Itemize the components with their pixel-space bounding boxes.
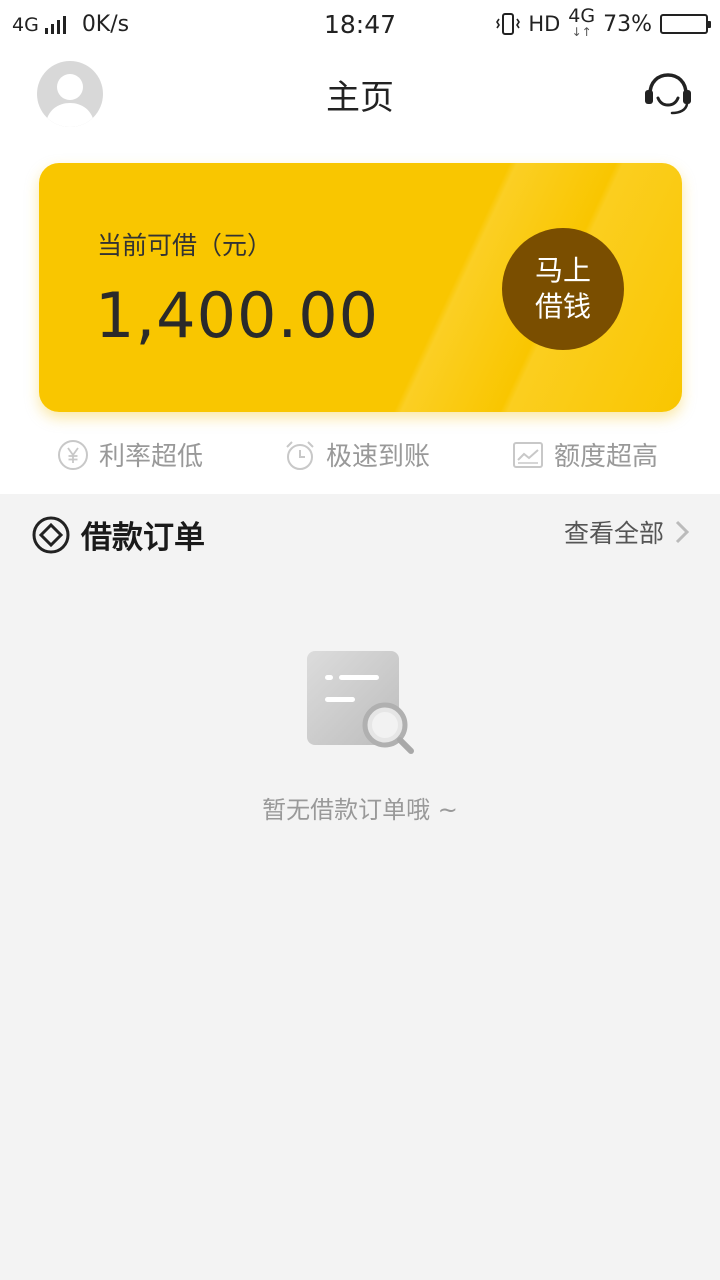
borrow-now-button[interactable]: 马上 借钱 xyxy=(502,228,624,350)
status-right: HD 4G ↓↑ 73% xyxy=(496,5,711,40)
feature-label: 利率超低 xyxy=(99,442,204,472)
empty-orders-illustration xyxy=(307,651,414,754)
vibrate-icon xyxy=(496,13,521,35)
available-label: 当前可借（元） xyxy=(97,231,273,260)
feature-row: 利率超低 极速到账 额度超高 xyxy=(0,436,720,476)
loan-card: 当前可借（元） 1,400.00 马上 借钱 xyxy=(39,163,682,412)
alarm-clock-icon xyxy=(286,440,314,470)
data-indicator: 4G ↓↑ xyxy=(568,5,596,40)
yen-icon xyxy=(58,439,88,470)
battery-percent: 73% xyxy=(603,11,652,37)
feature-label: 极速到账 xyxy=(326,442,431,472)
borrow-button-line1: 马上 xyxy=(534,254,591,287)
chart-icon xyxy=(513,441,543,468)
available-amount: 1,400.00 xyxy=(95,279,380,352)
network-type-right: 4G xyxy=(568,5,596,27)
hd-indicator: HD xyxy=(528,12,561,36)
status-bar: 4G 0K/s 18:47 HD 4G ↓↑ 73% xyxy=(0,0,720,50)
feature-low-rate: 利率超低 xyxy=(57,436,203,473)
customer-service-icon[interactable] xyxy=(640,70,696,118)
orders-header: 借款订单 查看全部 xyxy=(0,494,720,574)
chevron-right-icon xyxy=(675,520,690,544)
feature-label: 额度超高 xyxy=(554,442,659,472)
orders-title: 借款订单 xyxy=(81,520,205,556)
view-all-label: 查看全部 xyxy=(563,519,664,548)
feature-fast-arrival: 极速到账 xyxy=(284,436,430,473)
feature-high-limit: 额度超高 xyxy=(512,436,658,473)
order-diamond-icon xyxy=(32,516,70,554)
battery-icon xyxy=(660,14,711,34)
page-title: 主页 xyxy=(326,78,394,118)
data-arrows-icon: ↓↑ xyxy=(571,25,592,39)
empty-orders-text: 暂无借款订单哦 ~ xyxy=(262,796,458,824)
borrow-button-line2: 借钱 xyxy=(534,290,591,323)
view-all-link[interactable]: 查看全部 xyxy=(564,514,690,550)
